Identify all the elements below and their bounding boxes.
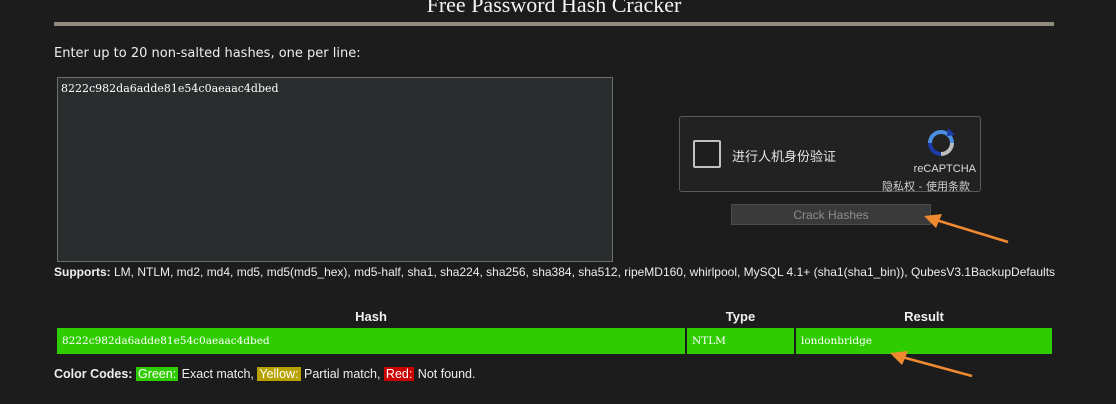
captcha-terms-link[interactable]: 隐私权 - 使用条款 [882,178,970,194]
captcha-label: 进行人机身份验证 [732,150,837,165]
crack-hashes-button[interactable]: Crack Hashes [731,204,931,225]
annotation-arrow [890,351,973,378]
recaptcha-icon [928,128,955,156]
recaptcha-widget: 进行人机身份验证 reCAPTCHA 隐私权 - 使用条款 [679,116,981,194]
supports-label: Supports: [54,265,111,279]
hash-input[interactable]: 8222c982da6adde81e54c0aeaac4dbed [57,77,613,262]
green-desc: Exact match, [178,367,258,381]
title-divider [54,22,1054,26]
supports-list: LM, NTLM, md2, md4, md5, md5(md5_hex), m… [110,265,1056,279]
captcha-brand: reCAPTCHA [913,163,976,175]
column-header-result: Result [904,309,944,324]
annotation-arrow [924,214,1009,244]
input-prompt: Enter up to 20 non-salted hashes, one pe… [54,46,361,61]
result-type-cell: NTLM [687,328,794,354]
supported-algorithms: Supports: LM, NTLM, md2, md4, md5, md5(m… [54,265,1064,280]
result-hash-cell: 8222c982da6adde81e54c0aeaac4dbed [57,328,685,354]
red-desc: Not found. [414,367,476,381]
color-codes-legend: Color Codes: Green: Exact match, Yellow:… [54,367,475,381]
color-codes-label: Color Codes: [54,367,133,381]
green-tag: Green: [135,367,179,381]
page-title: Free Password Hash Cracker [426,0,682,17]
column-header-hash: Hash [355,309,387,324]
column-header-type: Type [725,309,756,324]
red-tag: Red: [383,367,415,381]
yellow-tag: Yellow: [257,367,301,381]
yellow-desc: Partial match, [300,367,384,381]
captcha-checkbox[interactable] [693,140,721,168]
